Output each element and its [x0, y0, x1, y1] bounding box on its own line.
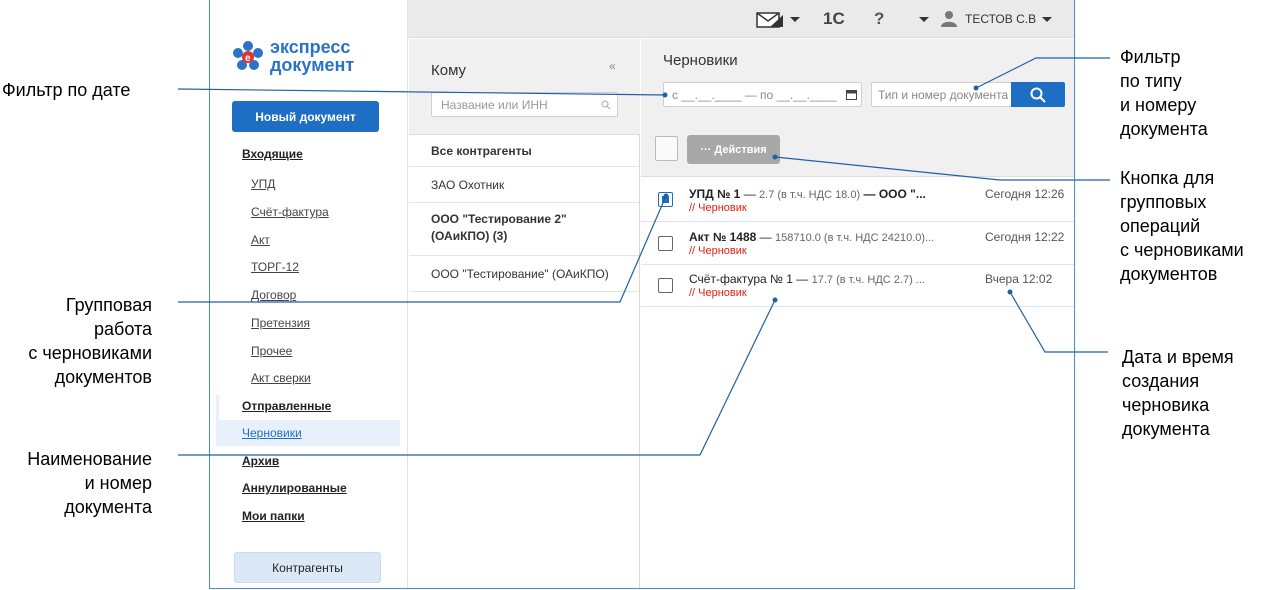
drafts-panel: Черновики с __.__.____ — по __.__.____ Т…	[641, 39, 1074, 588]
nav-sub-other[interactable]: Прочее	[251, 344, 292, 358]
nav-sub-torg12[interactable]: ТОРГ-12	[251, 260, 299, 274]
search-button[interactable]	[1011, 82, 1065, 107]
mail-icon	[756, 12, 783, 28]
document-row[interactable]: УПД № 1 — 2.7 (в т.ч. НДС 18.0) — ООО ".…	[641, 178, 1074, 222]
screen: Фильтр по дате Фильтр по типу и номеру д…	[0, 0, 1267, 590]
logo-line-2: документ	[270, 55, 355, 75]
annotation-group-button: Кнопка для групповых операций с черновик…	[1120, 168, 1244, 284]
nav-cancelled[interactable]: Аннулированные	[242, 481, 347, 495]
panel-title: Кому	[431, 62, 467, 79]
document-name: УПД № 1	[689, 187, 741, 201]
calendar-icon[interactable]	[846, 89, 857, 100]
new-document-button[interactable]: Новый документ	[232, 101, 379, 132]
logo-line-1: экспресс	[270, 37, 351, 57]
draft-status: // Черновик	[689, 245, 747, 257]
date-filter-text: с __.__.____ — по __.__.____	[672, 88, 837, 102]
user-name: ТЕСТОВ С.В	[965, 12, 1037, 26]
select-all-checkbox[interactable]	[655, 136, 678, 161]
document-datetime: Вчера 12:02	[985, 272, 1053, 286]
annotation-datetime: Дата и время создания черновика документ…	[1122, 347, 1234, 439]
nav-sub-invoice[interactable]: Счёт-фактура	[251, 205, 329, 219]
contragents-button[interactable]: Контрагенты	[234, 552, 381, 583]
1c-button[interactable]: 1С	[823, 0, 845, 38]
contragent-row[interactable]: ООО "Тестирование 2" (ОАиКПО) (3)	[409, 203, 639, 256]
annotation-type-filter: Фильтр по типу и номеру документа	[1120, 47, 1208, 139]
annotation-group-work: Групповая работа с черновиками документо…	[28, 295, 152, 387]
nav-archive[interactable]: Архив	[242, 454, 279, 468]
document-name: Счёт-фактура № 1	[689, 272, 793, 286]
search-placeholder: Название или ИНН	[441, 98, 548, 112]
checkmark-icon	[662, 196, 669, 203]
search-icon	[1030, 87, 1046, 103]
contragent-search-input[interactable]: Название или ИНН	[431, 92, 618, 117]
logo-icon: e	[233, 41, 263, 70]
draft-status: // Черновик	[689, 287, 747, 299]
drafts-header: Черновики с __.__.____ — по __.__.____ Т…	[641, 39, 1074, 121]
nav-sub-claim[interactable]: Претензия	[251, 316, 310, 330]
annotation-doc-name: Наименование и номер документа	[27, 449, 152, 517]
contragent-row[interactable]: ООО "Тестирование" (ОАиКПО)	[409, 256, 639, 292]
document-sum: 2.7 (в т.ч. НДС 18.0)	[759, 189, 861, 201]
chevron-down-icon	[919, 16, 929, 22]
user-icon	[941, 11, 957, 27]
contragent-row[interactable]: ЗАО Охотник	[409, 167, 639, 203]
document-sum: 158710.0 (в т.ч. НДС 24210.0)...	[774, 232, 935, 244]
document-title-line: Акт № 1488 — 158710.0 (в т.ч. НДС 24210.…	[689, 230, 935, 244]
row-checkbox[interactable]	[658, 278, 673, 293]
nav-sub-upd[interactable]: УПД	[251, 177, 275, 191]
drafts-title: Черновики	[663, 52, 738, 69]
contragents-panel: Кому « Название или ИНН Все контрагенты …	[409, 39, 640, 588]
date-filter-input[interactable]: с __.__.____ — по __.__.____	[663, 82, 862, 107]
contragents-header: Кому « Название или ИНН	[409, 39, 640, 135]
svg-text:e: e	[245, 53, 251, 64]
chevron-down-icon	[790, 16, 800, 22]
mail-menu[interactable]	[756, 0, 800, 38]
search-icon	[601, 100, 611, 110]
document-row[interactable]: Счёт-фактура № 1 — 17.7 (в т.ч. НДС 2.7)…	[641, 265, 1074, 307]
document-row[interactable]: Акт № 1488 — 158710.0 (в т.ч. НДС 24210.…	[641, 222, 1074, 265]
nav-sub-reconciliation[interactable]: Акт сверки	[251, 371, 311, 385]
document-name: Акт № 1488	[689, 230, 757, 244]
document-contragent: — ООО "...	[863, 187, 926, 201]
nav-sub-act[interactable]: Акт	[251, 233, 270, 247]
nav-sent[interactable]: Отправленные	[242, 399, 331, 413]
nav-incoming[interactable]: Входящие	[242, 147, 303, 161]
document-sum: 17.7 (в т.ч. НДС 2.7) ...	[811, 274, 925, 286]
contragent-all[interactable]: Все контрагенты	[409, 135, 639, 167]
draft-status: // Черновик	[689, 202, 747, 214]
more-menu[interactable]	[913, 0, 929, 38]
document-datetime: Сегодня 12:26	[985, 187, 1065, 201]
nav-my-folders[interactable]: Мои папки	[242, 509, 305, 523]
top-bar: 1С ? ТЕСТОВ С.В	[408, 0, 1074, 38]
nav-sub-contract[interactable]: Договор	[251, 288, 296, 302]
document-datetime: Сегодня 12:22	[985, 230, 1065, 244]
document-title-line: Счёт-фактура № 1 — 17.7 (в т.ч. НДС 2.7)…	[689, 272, 925, 286]
row-checkbox[interactable]	[658, 236, 673, 251]
chevron-down-icon	[1042, 16, 1053, 22]
document-title-line: УПД № 1 — 2.7 (в т.ч. НДС 18.0) — ООО ".…	[689, 187, 926, 201]
collapse-icon[interactable]: «	[609, 59, 616, 73]
nav-drafts[interactable]: Черновики	[242, 426, 302, 440]
logo: e экспресс документ	[232, 38, 354, 74]
help-button[interactable]: ?	[874, 0, 884, 38]
row-checkbox[interactable]	[658, 192, 673, 207]
actions-button[interactable]: ··· Действия	[687, 135, 780, 164]
user-menu[interactable]: ТЕСТОВ С.В	[940, 0, 1053, 38]
type-number-filter-input[interactable]: Тип и номер документа	[871, 82, 1011, 107]
annotation-date-filter: Фильтр по дате	[2, 80, 131, 100]
sidebar: e экспресс документ Новый документ Входя…	[210, 0, 408, 588]
app-window: e экспресс документ Новый документ Входя…	[209, 0, 1075, 589]
